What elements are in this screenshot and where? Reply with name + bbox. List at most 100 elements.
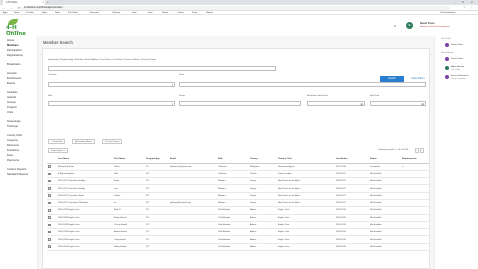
cell-program-age: 217 <box>145 206 169 215</box>
sidebar-item-standard-reports[interactable]: Standard Reports <box>7 173 28 176</box>
cell-first-name: Sarah <box>113 163 145 171</box>
cell-status: Not Enrolled <box>369 192 401 201</box>
sidebar-item-registrations[interactable]: Registrations <box>7 54 23 57</box>
sidebar-item-units[interactable]: Units <box>7 111 13 114</box>
pager-prev-button[interactable]: ‹ <box>415 148 419 153</box>
counties-select[interactable]: ▾ <box>48 82 175 87</box>
row-checkbox[interactable] <box>48 172 51 176</box>
sidebar-item-county-gifts[interactable]: County Gifts <box>7 134 22 137</box>
row-select-cell <box>47 170 57 179</box>
column-header-primary-club[interactable]: Primary Club <box>277 156 335 164</box>
row-checkbox[interactable] <box>48 165 51 168</box>
cell-first-name: Hailey Howell <box>113 243 145 252</box>
cell-primary-club: Eagles Care <box>277 228 335 237</box>
table-row[interactable]: 2016-2017 Cornelieus Wellington Jo 217 yell… <box>47 199 429 208</box>
page-options-select[interactable]: Page Options ▾ <box>48 148 68 153</box>
sidebar-item-donations[interactable]: Donations <box>7 149 19 152</box>
sidebar-item-home[interactable]: Home <box>7 39 14 42</box>
column-header-status[interactable]: Status <box>369 156 401 164</box>
pager-next-button[interactable]: › <box>420 148 424 153</box>
row-checkbox[interactable] <box>48 194 51 197</box>
sidebar-item-animals[interactable]: Animals <box>7 72 17 75</box>
column-header-last-active[interactable]: Last Active <box>335 156 369 164</box>
table-row[interactable]: 2016-2019 Eagles Care Hailey Howell 217 Clu… <box>47 243 429 252</box>
table-row[interactable]: 2016-2019 Eagles Care Bella H 217 Club Memb… <box>47 206 429 215</box>
sidebar-item-broadcasts[interactable]: Broadcasts <box>7 63 20 66</box>
profile-user-name[interactable]: Susan Tosso <box>451 44 463 46</box>
avatar[interactable] <box>445 75 449 79</box>
column-header-county[interactable]: County <box>249 156 277 164</box>
row-select-cell <box>47 206 57 215</box>
cell-email: yellwright@hotmail.org <box>169 199 217 208</box>
cell-first-name: Bella H <box>113 206 145 215</box>
activity-user-name[interactable]: Susan Tosso <box>451 58 463 60</box>
end-date-field[interactable]: ▦ <box>370 101 426 106</box>
avatar[interactable] <box>445 43 449 47</box>
table-row[interactable]: 2016-2019 Eagles Care Craig Howell 217 Club… <box>47 235 429 244</box>
row-select-cell <box>47 192 57 201</box>
avatar[interactable] <box>445 66 449 70</box>
url-field[interactable]: v2.4honline.com/#/manager/members <box>20 6 450 10</box>
row-checkbox[interactable] <box>48 187 51 190</box>
avatar[interactable] <box>445 57 449 61</box>
sidebar-item-custom-reports[interactable]: Custom Reports <box>7 168 26 171</box>
sidebar-item-payments[interactable]: Payments <box>7 159 19 162</box>
sidebar-item-screenings[interactable]: Screenings <box>7 120 20 123</box>
cell-county: Jasper <box>249 199 277 208</box>
column-header-first-name[interactable]: First Name <box>113 156 145 164</box>
sidebar-item-coupons[interactable]: Coupons <box>7 139 18 142</box>
calendar-icon[interactable]: ▦ <box>361 102 363 107</box>
activity-user-name[interactable]: Adam Hanson <box>451 66 464 68</box>
table-row[interactable]: 2016-2019 Eagles Care Amber Howell 217 Club… <box>47 228 429 237</box>
status-select[interactable] <box>179 101 301 106</box>
calendar-icon[interactable]: ▦ <box>422 102 424 107</box>
table-row[interactable]: 2016-2017 Cornelieus Hedely Lisa 217 Member… <box>47 184 429 193</box>
row-select-cell <box>47 221 57 230</box>
sidebar-item-members[interactable]: Members <box>7 44 19 47</box>
sidebar-item-enrollments[interactable]: Enrollments <box>7 77 21 80</box>
sidebar-item-fees[interactable]: Fees <box>7 154 13 157</box>
row-checkbox[interactable] <box>48 209 51 212</box>
table-row[interactable]: 2016-2017 Cornelieus Hedley Emily 217 Membe… <box>47 177 429 186</box>
row-checkbox[interactable] <box>48 230 51 234</box>
column-header-email[interactable]: Email <box>169 156 217 164</box>
table-row[interactable]: 2016-2019 Eagles Care Christy Howell 217 Cl… <box>47 221 429 230</box>
enrollment-start-date-field[interactable]: ▦ <box>307 101 365 106</box>
cell-requirements <box>401 228 429 237</box>
table-row[interactable]: 2016-2019 Eagles Care Bailey Howell 217 Clu… <box>47 214 429 222</box>
sidebar-item-participation[interactable]: Participation <box>7 49 22 52</box>
cell-status: Not Enrolled <box>369 235 401 244</box>
row-checkbox[interactable] <box>48 216 51 219</box>
activity-user-name[interactable]: Denise Kuhlemeier <box>451 75 469 77</box>
column-header-requirements[interactable]: Requirements <box>401 156 429 164</box>
table-row[interactable]: (Redacted) Name Sarah 10 kmdenner@yahoo.com… <box>47 163 429 171</box>
sidebar-item-activities[interactable]: Activities <box>7 91 18 94</box>
row-checkbox[interactable] <box>48 179 51 183</box>
sidebar-item-trainings[interactable]: Trainings <box>7 125 18 128</box>
download-button[interactable]: ⇩ Download <box>48 139 66 144</box>
row-checkbox[interactable] <box>48 245 51 249</box>
user-role[interactable]: Manager ▸ 4-H Youth Development <box>420 26 449 28</box>
units-select[interactable] <box>179 82 426 87</box>
column-header-last-name[interactable]: Last Name <box>57 156 113 164</box>
invite-parents-button[interactable]: ✉ Invite Parents <box>102 139 123 144</box>
row-checkbox[interactable] <box>48 201 51 205</box>
table-row[interactable]: 2016-2017 Cornelieus Smith Jordan 217 Membe… <box>47 192 429 201</box>
sidebar-item-projects[interactable]: Projects <box>7 106 17 109</box>
sidebar-item-groups[interactable]: Groups <box>7 101 16 104</box>
search-icon[interactable]: ⌕ <box>394 23 396 28</box>
sidebar-item-events[interactable]: Events <box>7 82 15 85</box>
sidebar-item-discounts[interactable]: Discounts <box>7 144 19 147</box>
keyword-search-input[interactable] <box>48 66 276 71</box>
column-header-program-age[interactable]: Program Age <box>145 156 169 164</box>
cell-primary-club: Eagles Care <box>277 214 335 222</box>
row-checkbox[interactable] <box>48 223 51 227</box>
avatar[interactable]: S <box>406 22 413 29</box>
role-select[interactable]: ▾ <box>48 101 175 106</box>
row-checkbox[interactable] <box>48 238 51 241</box>
table-row[interactable]: A Wilmer Baptiste Julie 237 Volunteer Pulask… <box>47 170 429 179</box>
download-excel-button[interactable]: ▤ Download Excel <box>72 139 95 144</box>
sidebar-item-awards[interactable]: Awards <box>7 96 16 99</box>
column-header-role[interactable]: Role <box>217 156 249 164</box>
app-logo[interactable]: 4-H Online Powered by 4-H <box>6 19 26 37</box>
